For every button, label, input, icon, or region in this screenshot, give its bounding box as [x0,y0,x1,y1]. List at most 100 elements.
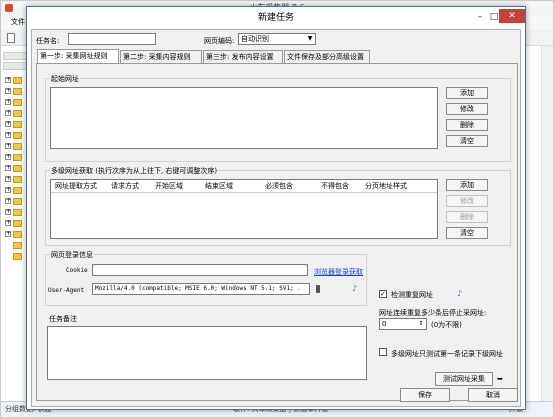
cancel-button[interactable]: 取消 [468,388,518,402]
tree-node[interactable]: + [5,186,25,195]
cookie-label: Cookie [66,267,88,274]
col-request-method[interactable]: 请求方式 [111,180,139,192]
start-add-button[interactable]: 添加 [446,87,488,99]
encoding-select[interactable]: 自动识别 ▼ [238,33,316,45]
tab-panel: 起始网址 添加 修改 删除 清空 多级网址获取 (执行次序为从上往下, 右键可调… [36,63,518,401]
tab-content-rules[interactable]: 第二步: 采集内容规则 [120,50,202,63]
app-logo-icon [5,4,13,12]
encoding-value: 自动识别 [241,35,269,43]
stop-after-value: 0 [382,320,387,328]
folder-icon [13,77,22,84]
folder-icon [13,220,22,227]
col-extract-method[interactable]: 网址提取方式 [55,180,97,192]
multi-level-list[interactable]: 网址提取方式 请求方式 开始区域 结束区域 必须包含 不得包含 分页地址样式 [50,179,438,239]
folder-icon [13,132,22,139]
tree-node[interactable]: + [5,87,25,96]
spinner-arrows-icon: ⇕ [418,320,424,327]
chevron-down-icon: ▼ [307,35,313,42]
save-button[interactable]: 保存 [400,388,450,402]
new-task-dialog: 新建任务 – □ ✕ 任务名: 网页编码: 自动识别 ▼ 第一步: 采集网址规则… [26,6,526,410]
task-tree: + + + + + + + + + + + + + + + [1,46,29,401]
start-urls-list[interactable] [50,87,438,149]
multi-edit-button[interactable]: 修改 [446,195,488,207]
tree-node[interactable]: + [5,175,25,184]
folder-icon [13,209,22,216]
tab-save-advanced[interactable]: 文件保存及部分高级设置 [284,50,370,63]
col-start-area[interactable]: 开始区域 [155,180,183,192]
tree-header [3,52,27,60]
col-end-area[interactable]: 结束区域 [205,180,233,192]
folder-icon [13,165,22,172]
tree-node[interactable]: + [5,153,25,162]
folder-icon [13,253,22,260]
dropdown-marker-icon[interactable] [316,285,320,293]
dialog-title: 新建任务 [27,7,525,29]
close-icon[interactable]: ✕ [499,9,525,23]
folder-icon [13,143,22,150]
col-not-contain[interactable]: 不得包含 [321,180,349,192]
multi-clear-button[interactable]: 清空 [446,227,488,239]
col-paging-style[interactable]: 分页地址样式 [365,180,407,192]
tree-node[interactable]: + [5,197,25,206]
task-name-label: 任务名: [36,37,60,45]
menu-file[interactable]: 文件 [11,18,25,26]
tree-node[interactable]: + [5,98,25,107]
multi-add-button[interactable]: 添加 [446,179,488,191]
multi-level-group: 多级网址获取 (执行次序为从上往下, 右键可调整次序) 网址提取方式 请求方式 … [45,166,511,246]
help-icon[interactable]: ♪ [455,289,464,298]
login-group: 网页登录信息 Cookie 浏览器登录获取 User-Agent Mozilla… [45,250,367,306]
stop-after-unit: (0为不限) [431,321,462,329]
dup-check-label: 检测重复网址 [391,291,433,299]
tree-node[interactable]: + [5,219,25,228]
browser-login-link[interactable]: 浏览器登录获取 [314,267,363,277]
tab-publish-settings[interactable]: 第三步: 发布内容设置 [203,50,283,63]
folder-icon [13,187,22,194]
dialog-body: 任务名: 网页编码: 自动识别 ▼ 第一步: 采集网址规则 第二步: 采集内容规… [31,29,521,407]
tree-node[interactable]: + [5,109,25,118]
tree-node[interactable]: + [5,164,25,173]
minimize-icon[interactable]: – [473,11,487,23]
encoding-label: 网页编码: [204,37,235,45]
help-icon[interactable]: ♪ [350,284,359,293]
column-header-divider [51,192,437,193]
folder-icon [13,198,22,205]
user-agent-input[interactable]: Mozilla/4.0 (compatible; MSIE 6.0; Windo… [92,283,310,295]
tree-node[interactable]: + [5,230,25,239]
tree-node[interactable]: + [5,120,25,129]
folder-icon [13,121,22,128]
folder-icon [13,242,22,249]
multi-delete-button[interactable]: 删除 [446,211,488,223]
tree-header-2 [3,62,27,70]
arrow-icon: ➥ [497,375,503,383]
tree-node[interactable]: + [5,131,25,140]
dup-check-checkbox[interactable]: ✓ [379,290,387,298]
start-urls-group: 起始网址 添加 修改 删除 清空 [45,74,511,162]
folder-icon [13,88,22,95]
multi-test-checkbox[interactable] [379,348,387,356]
folder-icon [13,154,22,161]
tree-node[interactable]: + [5,76,25,85]
folder-icon [13,231,22,238]
start-urls-title: 起始网址 [50,74,80,84]
user-agent-label: User-Agent [48,287,85,294]
right-scrollbar[interactable] [541,46,553,401]
cookie-input[interactable] [92,264,308,276]
folder-icon [13,110,22,117]
new-file-icon[interactable] [7,33,15,43]
col-must-contain[interactable]: 必须包含 [265,180,293,192]
tree-node[interactable] [5,252,25,261]
login-title: 网页登录信息 [50,250,94,260]
task-name-input[interactable] [68,33,156,45]
tree-node[interactable] [5,241,25,250]
start-delete-button[interactable]: 删除 [446,119,488,131]
notes-label: 任务备注 [49,315,77,323]
start-clear-button[interactable]: 清空 [446,135,488,147]
stop-after-spinner[interactable]: 0 ⇕ [379,318,427,330]
notes-textarea[interactable] [47,326,367,380]
tree-node[interactable]: + [5,142,25,151]
multi-level-title: 多级网址获取 (执行次序为从上往下, 右键可调整次序) [50,166,219,176]
tree-node[interactable]: + [5,208,25,217]
tab-url-rules[interactable]: 第一步: 采集网址规则 [37,49,119,63]
test-url-button[interactable]: 测试网址采集 [435,372,493,386]
start-edit-button[interactable]: 修改 [446,103,488,115]
